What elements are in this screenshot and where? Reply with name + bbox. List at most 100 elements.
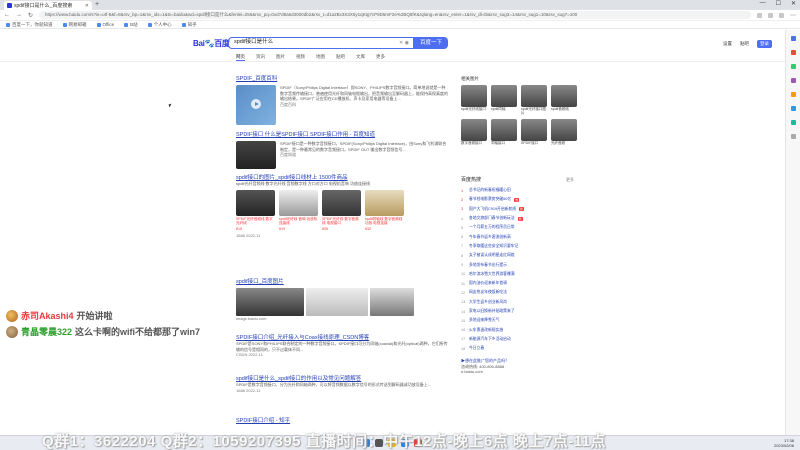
system-clock[interactable]: 17:38 2023/02/06 — [774, 438, 794, 448]
bookmark-item[interactable]: Office — [96, 22, 114, 27]
result-source: 1688 2022-11 — [236, 387, 261, 393]
image-thumbnail[interactable] — [306, 288, 368, 316]
url-field[interactable]: https://www.baidu.com/s?ie=utf-8&f=8&rsv… — [39, 11, 751, 19]
login-button[interactable]: 登录 — [757, 40, 772, 48]
extension-icon[interactable] — [757, 12, 762, 18]
bookmark-item[interactable]: 知乎 — [181, 22, 197, 28]
result-title-link[interactable]: SPDIF接口介绍 - 知乎 — [236, 416, 448, 424]
hot-text: 多地发布春节出行提示 — [469, 262, 507, 267]
stream-info-overlay: Q群1：3622204 Q群2：1059207395 直播时间：中午12点-晚上… — [42, 433, 607, 450]
shopping-icon[interactable] — [790, 50, 796, 55]
tab-news[interactable]: 资讯 — [256, 54, 265, 61]
result-title-link[interactable]: spdif接口_百度图片 — [236, 277, 448, 285]
result-title-link[interactable]: SPDIF接口介绍_光纤接入与Coax接线原理_CSDN博客 — [236, 333, 448, 341]
back-icon[interactable]: ← — [4, 12, 10, 18]
bookmark-item[interactable]: 个人中心 — [147, 22, 172, 28]
result-source: 百度知道 — [280, 152, 296, 157]
search-icon[interactable] — [790, 36, 796, 41]
related-image-item[interactable]: 同轴接口 — [491, 119, 517, 149]
maximize-button[interactable]: ☐ — [776, 0, 781, 7]
hot-search-item[interactable]: 13 大学生返乡创业新风尚 — [461, 298, 581, 307]
menu-icon[interactable]: ⋯ — [790, 12, 796, 19]
related-image-item[interactable]: spdif同轴 — [491, 85, 517, 115]
result-title-link[interactable]: SPDIF_百度百科 — [236, 74, 448, 82]
close-window-button[interactable]: ✕ — [791, 0, 796, 7]
outlook-icon[interactable] — [790, 106, 796, 111]
product-card[interactable]: SPDIF光纤线 数字音频线 电视接口 ¥26 — [322, 189, 361, 232]
hot-search-item[interactable]: 7 冬季取暖这些安全知识要牢记 — [461, 242, 581, 251]
hot-text: 大学生返乡创业新风尚 — [469, 299, 507, 304]
related-image-item[interactable]: spdif光纤线接口 — [461, 85, 487, 115]
new-tab-button[interactable]: + — [95, 1, 99, 8]
hot-text: 女子被误认成明星走红网络 — [469, 253, 515, 258]
image-thumbnail[interactable] — [236, 288, 304, 316]
hot-search-item[interactable]: 4 各地文旅部门春节创新玩法热 — [461, 214, 581, 223]
hot-rank: 1 — [461, 188, 464, 193]
product-card[interactable]: spdif同轴线 数字音频线 功放 电视连接 ¥32 — [365, 189, 404, 232]
hot-search-item[interactable]: 16 火车票退改新规实施 — [461, 325, 581, 334]
hot-search-item[interactable]: 10 哈尔滨冰雪大世界游客爆满 — [461, 270, 581, 279]
games-icon[interactable] — [790, 78, 796, 83]
tieba-link[interactable]: 贴吧 — [740, 41, 749, 47]
search-input[interactable]: spdif接口是什么 ✕ ◉ — [228, 37, 414, 49]
tab-map[interactable]: 地图 — [316, 54, 325, 61]
tab-web[interactable]: 网页 — [236, 54, 245, 61]
hot-search-item[interactable]: 3 国产大飞机C919开启新航线新 — [461, 205, 581, 214]
tab-tieba[interactable]: 贴吧 — [336, 54, 345, 61]
related-image-item[interactable]: SPDIF接口 — [521, 119, 547, 149]
result-title-link[interactable]: spdif接口的图片_spdif接口线材上 1500件商品 — [236, 173, 448, 181]
settings-link[interactable]: 设置 — [723, 41, 732, 47]
office-icon[interactable] — [790, 92, 796, 97]
search-button[interactable]: 百度一下 — [414, 37, 448, 49]
bookmark-item[interactable]: 网易邮箱 — [62, 22, 87, 28]
close-tab-icon[interactable]: ✕ — [85, 3, 89, 9]
result-title-link[interactable]: SPDIF接口 什么是SPDIF接口 SPDIF接口作用 - 百度知道 — [236, 130, 448, 138]
hot-search-item[interactable]: 5 一个月薪五万的程序员日常 — [461, 223, 581, 232]
tab-wenku[interactable]: 文库 — [356, 54, 365, 61]
hot-search-item[interactable]: 12 网友热议年夜饭新吃法 — [461, 288, 581, 297]
hot-search-item[interactable]: 15 多地迎来降雪天气 — [461, 316, 581, 325]
hot-search-item[interactable]: 6 今年春节返乡客流创新高 — [461, 232, 581, 241]
baidu-logo[interactable]: Bai🐾百度 — [193, 38, 230, 49]
favorites-icon[interactable] — [768, 12, 773, 18]
product-card[interactable]: SPDIF光纤音频线 数字光纤线 ¥15 — [236, 189, 275, 232]
header-links: 设置 贴吧 登录 — [723, 40, 772, 48]
hot-search-item[interactable]: 2 春节档电影票房突破60亿热 — [461, 195, 581, 204]
minimize-button[interactable]: — — [760, 0, 766, 7]
tools-icon[interactable] — [790, 64, 796, 69]
result-title-link[interactable]: spdif接口是什么_spdif接口的作用以及常见问题解答 — [236, 374, 448, 382]
bookmark-item[interactable]: 百度一下，你就知道 — [6, 22, 53, 28]
hot-search-item[interactable]: 18 今日立春 — [461, 344, 581, 353]
result-video-thumbnail[interactable] — [236, 85, 276, 125]
hot-search-item[interactable]: 9 多地发布春节出行提示 — [461, 260, 581, 269]
hot-search-item[interactable]: 14 家电以旧换新补贴政策来了 — [461, 307, 581, 316]
related-image-item[interactable]: spdif音频线 — [551, 85, 577, 115]
tab-more[interactable]: 更多 — [376, 54, 385, 61]
drop-icon[interactable] — [790, 120, 796, 125]
image-thumbnail[interactable] — [370, 288, 414, 316]
result-source: 1688 2022-11 — [236, 233, 261, 238]
hot-search-item[interactable]: 17 新能源汽车下乡活动启动 — [461, 335, 581, 344]
add-icon[interactable] — [790, 134, 796, 139]
bookmark-icon — [62, 22, 67, 27]
forward-icon[interactable]: → — [16, 12, 22, 18]
hot-search-item[interactable]: 1 总书记的新春祝福暖心田 — [461, 186, 581, 195]
related-image-item[interactable]: spdif光纤接口图片 — [521, 85, 547, 115]
profile-icon[interactable] — [779, 12, 784, 18]
promo-block[interactable]: ▶想在此推广您的产品吗？ 咨询热线: 400-800-8888 e.baidu.… — [461, 358, 509, 375]
refresh-icon[interactable]: ↻ — [28, 12, 33, 19]
tab-video[interactable]: 视频 — [296, 54, 305, 61]
related-image-item[interactable]: 数字音频接口 — [461, 119, 487, 149]
product-card[interactable]: spdif光纤线 音响 功放机连接线 ¥19 — [279, 189, 318, 232]
result-thumbnail[interactable] — [236, 141, 276, 169]
hot-text: 国内油价迎来新年首调 — [469, 281, 507, 286]
window-controls: — ☐ ✕ — [760, 0, 796, 7]
hot-text: 春节档电影票房突破60亿 — [469, 197, 512, 202]
camera-icon[interactable]: ✕ ◉ — [399, 39, 409, 48]
hot-search-item[interactable]: 8 女子被误认成明星走红网络 — [461, 251, 581, 260]
browser-tab[interactable]: spdif接口是什么_百度搜索 ✕ — [4, 1, 92, 10]
related-image-item[interactable]: 光纤音频 — [551, 119, 577, 149]
bookmark-item[interactable]: B站 — [124, 22, 138, 28]
tab-images[interactable]: 图片 — [276, 54, 285, 61]
hot-search-item[interactable]: 11 国内油价迎来新年首调 — [461, 279, 581, 288]
